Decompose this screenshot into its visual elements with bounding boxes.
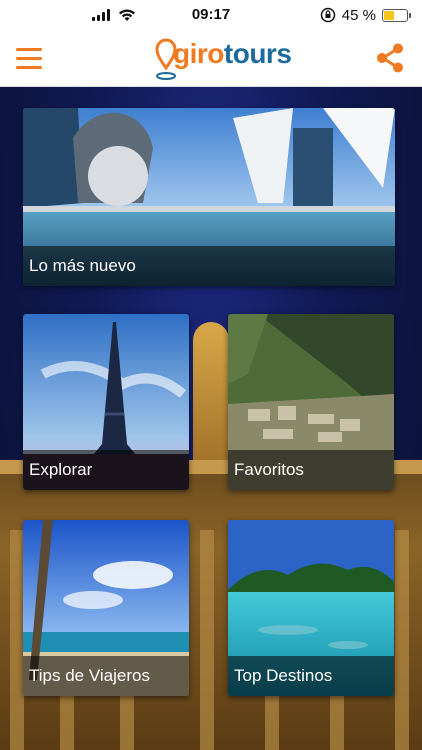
tile-favoritos[interactable]: Favoritos xyxy=(228,314,394,490)
tile-label-explorar: Explorar xyxy=(23,450,189,490)
logo-part-tours: tours xyxy=(223,38,292,69)
hamburger-menu-icon[interactable] xyxy=(16,42,48,74)
app-bar: girotours xyxy=(0,30,422,87)
tile-top-destinos[interactable]: Top Destinos xyxy=(228,520,394,696)
tile-tips-de-viajeros[interactable]: Tips de Viajeros xyxy=(23,520,189,696)
tile-lo-mas-nuevo[interactable]: Lo más nuevo xyxy=(23,108,395,286)
battery-level xyxy=(384,10,394,20)
tile-explorar[interactable]: Explorar xyxy=(23,314,189,490)
background-tower xyxy=(193,322,229,482)
status-time: 09:17 xyxy=(191,6,231,23)
battery-icon xyxy=(382,8,411,22)
status-bar: 09:17 45 % xyxy=(0,0,422,30)
logo-part-giro: giro xyxy=(173,38,224,69)
tile-label-lo-mas-nuevo: Lo más nuevo xyxy=(23,246,395,286)
tile-label-favoritos: Favoritos xyxy=(228,450,394,490)
tile-label-tips-de-viajeros: Tips de Viajeros xyxy=(23,656,189,696)
tile-label-top-destinos: Top Destinos xyxy=(228,656,394,696)
share-icon[interactable] xyxy=(374,42,406,74)
logo-wordmark: girotours xyxy=(173,36,292,72)
giratours-logo: girotours xyxy=(155,36,292,82)
